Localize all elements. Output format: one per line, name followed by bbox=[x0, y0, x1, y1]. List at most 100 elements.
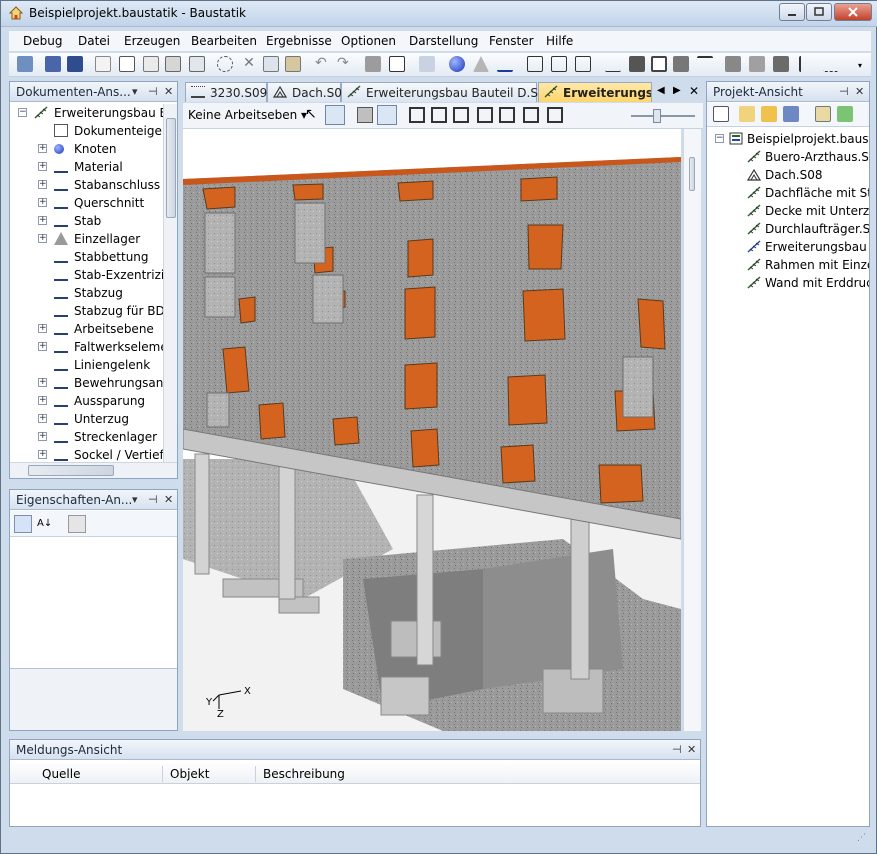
sort-az-icon[interactable]: A↓ bbox=[37, 515, 55, 533]
undo-icon[interactable]: ↶ bbox=[315, 56, 331, 72]
close-icon[interactable]: ✕ bbox=[687, 743, 696, 756]
node-sphere-icon[interactable] bbox=[449, 56, 465, 72]
refresh-icon[interactable] bbox=[837, 106, 853, 122]
tree-item[interactable]: + Faltwerkselemen bbox=[10, 338, 163, 356]
dropdown-icon[interactable]: ▾ bbox=[132, 493, 138, 506]
view-back-icon[interactable] bbox=[431, 107, 447, 123]
menu-fenster[interactable]: Fenster bbox=[489, 34, 534, 48]
tree-item[interactable]: + Einzellager bbox=[10, 230, 163, 248]
project-tree-item[interactable]: Dachfläche mit Stü bbox=[707, 184, 869, 202]
tab-dach-s08[interactable]: Dach.S08 bbox=[267, 82, 350, 102]
tab-close-icon[interactable]: ✕ bbox=[689, 84, 699, 98]
tree-item[interactable]: Stab-Exzentrizitä bbox=[10, 266, 163, 284]
tree-item[interactable]: + Sockel / Vertiefu bbox=[10, 446, 163, 462]
render-mode-icon[interactable] bbox=[357, 107, 373, 123]
expand-icon[interactable]: + bbox=[38, 144, 47, 153]
tab-erweiterungsbau-active[interactable]: Erweiterungsba bbox=[538, 82, 652, 102]
3d-viewport[interactable]: X Y Z bbox=[183, 129, 681, 731]
section-cut-icon[interactable] bbox=[799, 56, 815, 72]
member-line-icon[interactable] bbox=[497, 56, 513, 72]
tree-item[interactable]: + Material bbox=[10, 158, 163, 176]
menu-erzeugen[interactable]: Erzeugen bbox=[124, 34, 180, 48]
collapse-icon[interactable]: − bbox=[18, 108, 27, 117]
title-bar[interactable]: Beispielprojekt.baustatik - Baustatik bbox=[1, 1, 877, 27]
expand-icon[interactable]: + bbox=[38, 378, 47, 387]
close-button[interactable] bbox=[834, 3, 872, 21]
export-icon[interactable] bbox=[189, 56, 205, 72]
folder-icon[interactable] bbox=[761, 106, 777, 122]
expand-icon[interactable]: + bbox=[38, 432, 47, 441]
menu-hilfe[interactable]: Hilfe bbox=[546, 34, 573, 48]
collapse-icon[interactable]: − bbox=[715, 134, 724, 143]
open-folder-icon[interactable] bbox=[17, 56, 33, 72]
maximize-button[interactable] bbox=[806, 3, 832, 21]
save-all-icon[interactable] bbox=[45, 56, 61, 72]
tab-scroll-left-icon[interactable]: ◀ bbox=[657, 85, 665, 96]
view-top-icon[interactable] bbox=[453, 107, 469, 123]
truss-icon[interactable] bbox=[527, 56, 543, 72]
column-header[interactable]: Beschreibung bbox=[263, 767, 345, 781]
tab-scroll-right-icon[interactable]: ▶ bbox=[673, 85, 681, 96]
tree-item[interactable]: Stabzug bbox=[10, 284, 163, 302]
project-tree-item[interactable]: Decke mit Unterzu bbox=[707, 202, 869, 220]
resize-grip-icon[interactable]: ⋰ bbox=[857, 833, 869, 845]
expand-icon[interactable]: + bbox=[38, 198, 47, 207]
column-icon[interactable] bbox=[749, 56, 765, 72]
view-iso-icon[interactable] bbox=[523, 107, 539, 123]
view-right-icon[interactable] bbox=[499, 107, 515, 123]
dropdown-icon[interactable]: ▾ bbox=[132, 85, 138, 98]
view-left-icon[interactable] bbox=[477, 107, 493, 123]
tree-item[interactable]: Dokumenteigen bbox=[10, 122, 163, 140]
pin-icon[interactable]: ⊣ bbox=[148, 85, 158, 98]
work-plane-select[interactable]: Keine Arbeitseben ▾ bbox=[188, 108, 307, 122]
project-tree-item[interactable]: − Beispielprojekt.baustat bbox=[707, 130, 869, 148]
support-icon[interactable] bbox=[473, 56, 489, 72]
tab-3230-s09[interactable]: 3230.S09 bbox=[185, 82, 267, 102]
expand-icon[interactable]: + bbox=[38, 324, 47, 333]
close-icon[interactable]: ✕ bbox=[164, 85, 173, 98]
categorized-icon[interactable] bbox=[14, 515, 32, 533]
menu-debug[interactable]: Debug bbox=[23, 34, 62, 48]
property-pages-icon[interactable] bbox=[68, 515, 86, 533]
expand-icon[interactable]: + bbox=[38, 342, 47, 351]
project-tree-item[interactable]: Dach.S08 bbox=[707, 166, 869, 184]
column-header[interactable]: Objekt bbox=[170, 767, 209, 781]
zoom-slider[interactable] bbox=[631, 115, 695, 117]
minimize-button[interactable] bbox=[779, 3, 805, 21]
expand-icon[interactable]: + bbox=[38, 414, 47, 423]
hinge-icon[interactable] bbox=[629, 56, 645, 72]
document-tree-hscrollbar[interactable] bbox=[10, 462, 177, 478]
lasso-icon[interactable] bbox=[217, 56, 233, 72]
print-icon[interactable] bbox=[165, 56, 181, 72]
view-front-icon[interactable] bbox=[409, 107, 425, 123]
project-tree-item[interactable]: Durchlaufträger.S0 bbox=[707, 220, 869, 238]
tab-erweiterungsbau-d-s03[interactable]: Erweiterungsbau Bauteil D.S03 bbox=[341, 82, 553, 102]
tree-item[interactable]: + Querschnitt bbox=[10, 194, 163, 212]
project-tree-item[interactable]: Wand mit Erddruc bbox=[707, 274, 869, 292]
viewport-vscrollbar[interactable] bbox=[683, 129, 701, 731]
redo-icon[interactable]: ↷ bbox=[337, 56, 353, 72]
view-cube-icon[interactable] bbox=[389, 56, 405, 72]
copy-icon[interactable] bbox=[263, 56, 279, 72]
menu-optionen[interactable]: Optionen bbox=[341, 34, 396, 48]
project-tree-item[interactable]: Erweiterungsbau B bbox=[707, 238, 869, 256]
add-file-icon[interactable] bbox=[739, 106, 755, 122]
tree-item[interactable]: + Unterzug bbox=[10, 410, 163, 428]
tree-item[interactable]: + Knoten bbox=[10, 140, 163, 158]
rebar-icon[interactable] bbox=[697, 56, 713, 72]
menu-datei[interactable]: Datei bbox=[78, 34, 110, 48]
close-icon[interactable]: ✕ bbox=[164, 493, 173, 506]
pin-icon[interactable]: ⊣ bbox=[839, 85, 849, 98]
load-icon[interactable] bbox=[551, 56, 567, 72]
document-tree-hscroll-thumb[interactable] bbox=[28, 465, 114, 476]
stack-icon[interactable] bbox=[783, 106, 799, 122]
pin-icon[interactable]: ⊣ bbox=[148, 493, 158, 506]
new-document-icon[interactable] bbox=[95, 56, 111, 72]
save-icon[interactable] bbox=[67, 56, 83, 72]
tree-item[interactable]: − Erweiterungsbau Ba bbox=[10, 104, 163, 122]
expand-icon[interactable]: + bbox=[38, 216, 47, 225]
document-tree-vscrollbar[interactable] bbox=[163, 104, 177, 462]
menu-darstellung[interactable]: Darstellung bbox=[409, 34, 478, 48]
tree-item[interactable]: + Streckenlager bbox=[10, 428, 163, 446]
expand-icon[interactable]: + bbox=[38, 234, 47, 243]
